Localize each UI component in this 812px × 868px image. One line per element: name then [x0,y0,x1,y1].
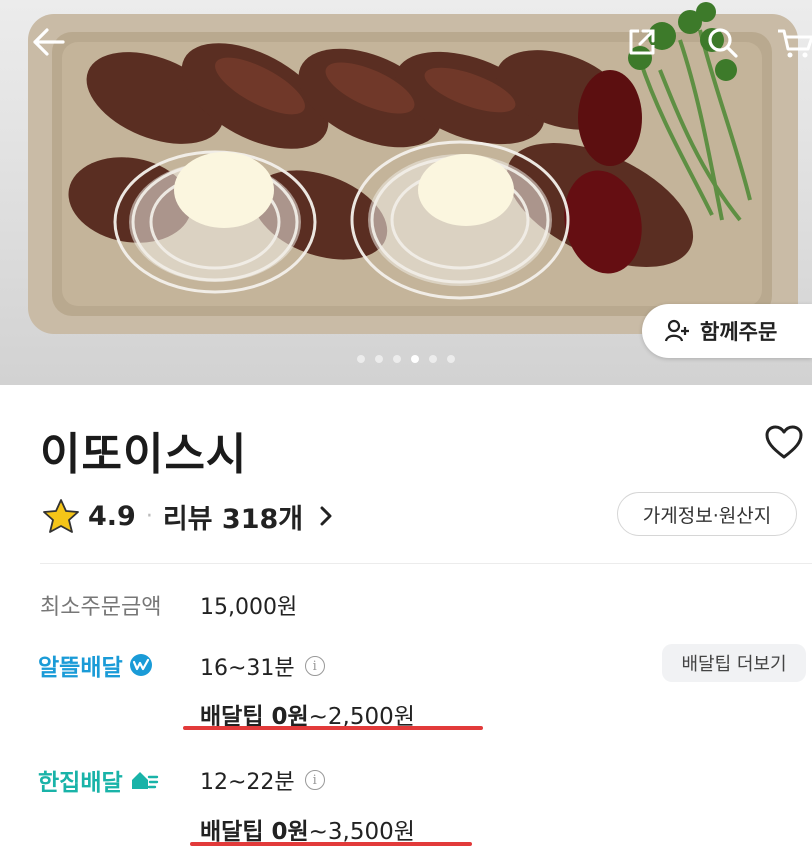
share-button[interactable] [620,20,664,64]
favorite-button[interactable] [764,424,804,464]
rating-value: 4.9 [88,500,136,532]
review-count[interactable]: 리뷰 318개 [163,497,303,536]
store-name: 이또이스시 [40,429,248,480]
search-button[interactable] [700,20,744,64]
delivery-type-label: 알뜰배달 [38,655,123,681]
more-delivery-tip-button[interactable]: 배달팁 더보기 [662,644,806,682]
info-icon[interactable]: i [304,770,325,790]
heart-icon [765,425,803,459]
cart-icon [778,29,812,58]
store-photo-carousel[interactable]: 함께주문 [0,0,812,385]
group-order-label: 함께주문 [700,320,778,344]
carousel-dot[interactable] [447,355,455,363]
carousel-dot[interactable] [375,355,383,363]
group-order-button[interactable]: 함께주문 [642,304,812,358]
carousel-dot[interactable] [393,355,401,363]
share-icon [629,29,655,55]
chevron-right-icon [320,506,332,526]
rating-separator: · [145,503,153,529]
delivery-type-label: 한집배달 [38,770,123,796]
home-speed-icon [131,772,158,789]
carousel-dot[interactable] [411,355,419,363]
saver-badge-icon [129,654,152,676]
delivery-tip: 배달팁 0원~3,500원 [200,812,415,846]
delivery-time-row: 16~31분 i [200,650,325,682]
carousel-dot[interactable] [429,355,437,363]
store-info-button[interactable]: 가게정보·원산지 [617,492,797,536]
person-add-icon [664,319,689,342]
min-order-label: 최소주문금액 [40,595,162,620]
back-button[interactable] [26,20,70,64]
star-icon [43,499,79,533]
delivery-time: 16~31분 [200,656,295,681]
search-icon [708,28,738,58]
rating-row[interactable]: 4.9 · 리뷰 318개 [42,496,337,536]
delivery-type-single: 한집배달 [38,763,159,797]
delivery-type-saver: 알뜰배달 [38,648,153,682]
min-order-value: 15,000원 [200,595,298,620]
arrow-left-icon [33,28,65,56]
annotation-underline [190,842,472,846]
annotation-underline [183,726,483,730]
section-divider [40,563,812,564]
delivery-time-row: 12~22분 i [200,764,325,796]
carousel-dot[interactable] [357,355,365,363]
cart-button[interactable] [772,20,812,64]
delivery-time: 12~22분 [200,770,295,795]
info-icon[interactable]: i [304,656,325,676]
